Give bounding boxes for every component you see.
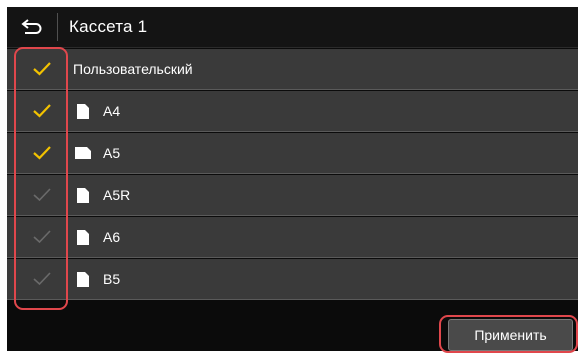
portrait-paper-icon xyxy=(77,188,89,203)
touch-panel-screen: Кассета 1 Пользовательский A4 A5 A5R A6 … xyxy=(7,7,578,351)
page-title: Кассета 1 xyxy=(69,17,148,36)
item-label: B5 xyxy=(103,271,121,287)
list-item[interactable]: A6 xyxy=(7,217,578,258)
footer-bar: Применить xyxy=(7,313,578,351)
portrait-paper-icon xyxy=(77,104,89,119)
item-label: A6 xyxy=(103,229,121,245)
list-item[interactable]: B5 xyxy=(7,259,578,300)
checkbox[interactable] xyxy=(16,133,68,173)
item-label: A5 xyxy=(103,145,121,161)
checkbox[interactable] xyxy=(16,259,68,299)
portrait-paper-icon xyxy=(77,230,89,245)
checkmark-icon xyxy=(33,272,51,286)
list-item[interactable]: Пользовательский xyxy=(7,49,578,90)
list-item[interactable]: A4 xyxy=(7,91,578,132)
list-item[interactable]: A5 xyxy=(7,133,578,174)
checkbox[interactable] xyxy=(16,49,68,89)
header-bar: Кассета 1 xyxy=(7,7,578,48)
checkmark-icon xyxy=(33,188,51,202)
item-label: A4 xyxy=(103,103,121,119)
back-button[interactable] xyxy=(7,7,57,47)
checkbox[interactable] xyxy=(16,217,68,257)
apply-button[interactable]: Применить xyxy=(448,319,573,351)
list-item[interactable]: A5R xyxy=(7,175,578,216)
checkmark-icon xyxy=(33,62,51,76)
return-arrow-icon xyxy=(21,19,42,34)
checkmark-icon xyxy=(33,230,51,244)
checkmark-icon xyxy=(33,104,51,118)
header-divider xyxy=(57,13,58,41)
checkbox[interactable] xyxy=(16,175,68,215)
portrait-paper-icon xyxy=(77,272,89,287)
checkmark-icon xyxy=(33,146,51,160)
item-label: A5R xyxy=(103,187,131,203)
landscape-paper-icon xyxy=(75,147,91,159)
item-label: Пользовательский xyxy=(73,61,193,77)
checkbox[interactable] xyxy=(16,91,68,131)
